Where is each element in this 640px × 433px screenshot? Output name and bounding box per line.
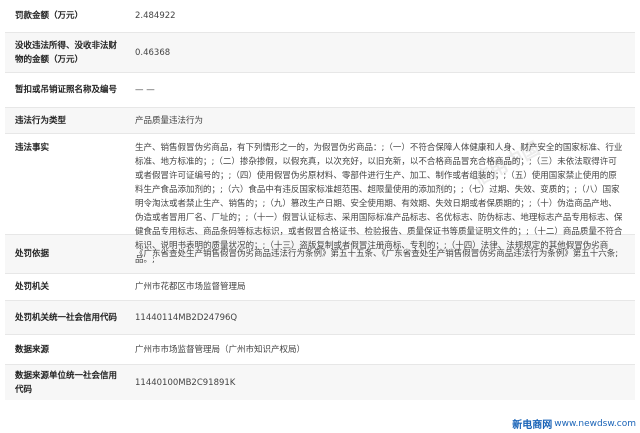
field-value: 广州市花都区市场监督管理局 [135,282,246,292]
field-value: 《广东省查处生产销售假冒伪劣商品违法行为条例》第五十五条、《广东省查处生产销售假… [135,249,619,259]
row-authority-credit-code: 处罚机关统一社会信用代码 11440114MB2D24796Q [5,301,635,335]
field-label: 处罚机关统一社会信用代码 [15,312,118,323]
row-penalty-authority: 处罚机关 广州市花都区市场监督管理局 [5,274,635,301]
row-confiscation-amount: 没收违法所得、没收非法财物的金额（万元） 0.46368 [5,33,635,73]
row-license-revocation: 暂扣或吊销证照名称及编号 — — [5,73,635,108]
field-label: 没收违法所得、没收非法财物的金额（万元） [15,40,118,65]
field-label: 违法行为类型 [15,115,67,126]
row-penalty-basis: 处罚依据 《广东省查处生产销售假冒伪劣商品违法行为条例》第五十五条、《广东省查处… [5,235,635,274]
field-value: — — [135,85,155,95]
field-value: 广州市市场监督管理局（广州市知识产权局） [135,344,306,355]
row-source-credit-code: 数据来源单位统一社会信用代码 11440100MB2C91891K [5,365,635,400]
penalty-info-table: 罚款金额（万元） 2.484922 没收违法所得、没收非法财物的金额（万元） 0… [5,0,635,400]
field-label: 暂扣或吊销证照名称及编号 [15,85,118,95]
field-value: 2.484922 [135,11,176,21]
field-label: 罚款金额（万元） [15,11,84,21]
field-label: 数据来源 [15,344,50,355]
row-violation-facts: 违法事实 生产、销售假冒伪劣商品，有下列情形之一的，为假冒伪劣商品：;（一）不符… [5,134,635,265]
row-violation-type: 违法行为类型 产品质量违法行为 [5,108,635,134]
field-value: 产品质量违法行为 [135,115,204,126]
row-data-source: 数据来源 广州市市场监督管理局（广州市知识产权局） [5,335,635,365]
row-fine-amount: 罚款金额（万元） 2.484922 [5,0,635,33]
field-label: 数据来源单位统一社会信用代码 [15,370,118,395]
field-value: 11440114MB2D24796Q [135,312,238,323]
field-label: 违法事实 [15,143,50,153]
field-value: 0.46368 [135,47,171,58]
site-brand: 新电商网 www.newdsw.com [512,416,636,432]
field-value: 11440100MB2C91891K [135,377,236,388]
brand-url: www.newdsw.com [554,418,636,429]
field-label: 处罚依据 [15,249,50,259]
field-value: 生产、销售假冒伪劣商品，有下列情形之一的，为假冒伪劣商品：;（一）不符合保障人体… [125,141,635,265]
brand-name: 新电商网 [512,420,553,431]
field-label: 处罚机关 [15,282,50,292]
